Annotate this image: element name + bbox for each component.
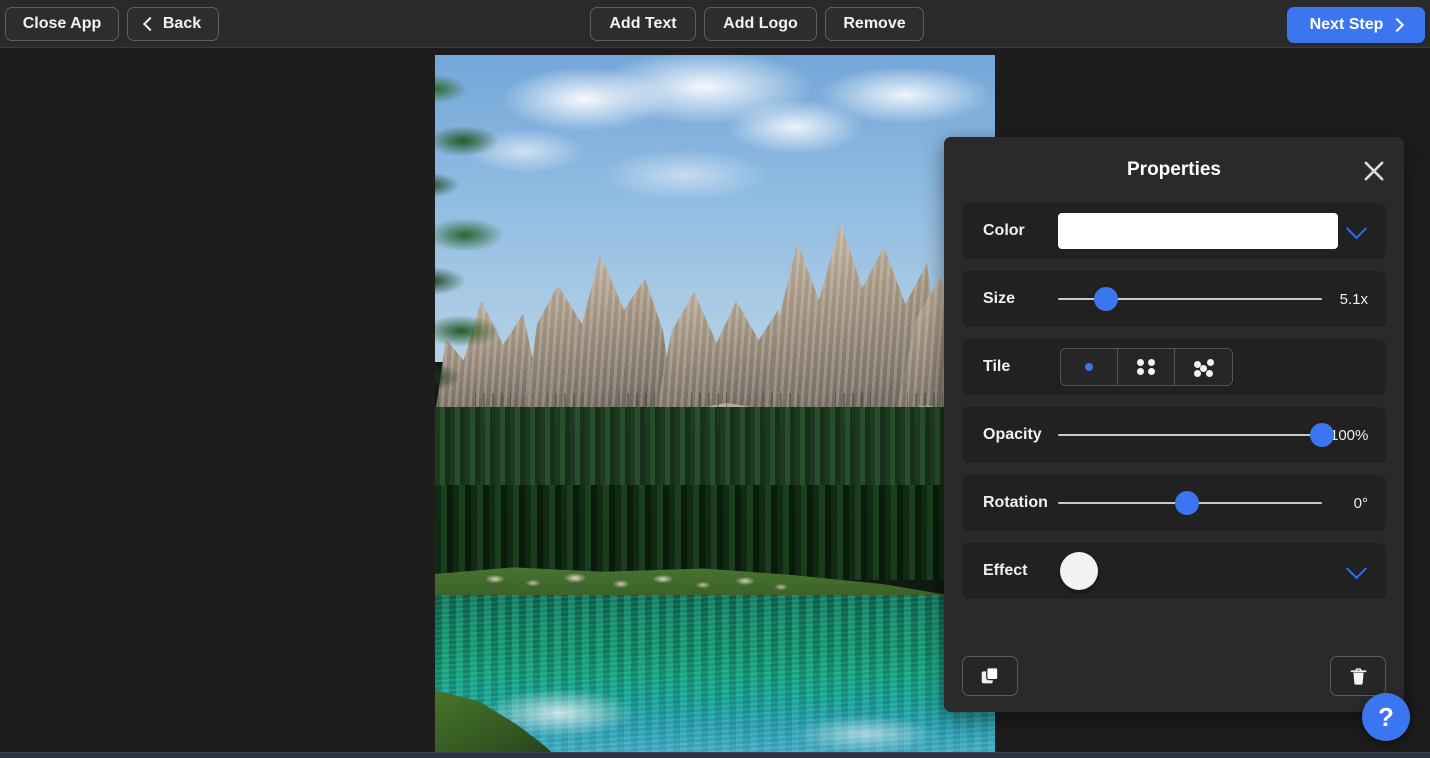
effect-row[interactable]: Effect — [962, 543, 1386, 599]
lake-water — [435, 595, 995, 752]
chevron-left-icon — [143, 17, 157, 31]
effect-label: Effect — [962, 562, 1058, 580]
rotation-slider[interactable] — [1058, 492, 1322, 514]
duplicate-button[interactable] — [962, 656, 1018, 696]
panel-title: Properties — [944, 159, 1404, 181]
tile-option-diamond-five[interactable] — [1175, 349, 1232, 385]
add-logo-button[interactable]: Add Logo — [704, 7, 817, 41]
color-label: Color — [962, 222, 1058, 240]
grid-four-dots-icon — [1131, 356, 1161, 378]
opacity-row: Opacity 100% — [962, 407, 1386, 463]
size-label: Size — [962, 290, 1058, 308]
delete-button[interactable] — [1330, 656, 1386, 696]
add-text-label: Add Text — [609, 15, 676, 33]
opacity-label: Opacity — [962, 426, 1058, 444]
color-row[interactable]: Color — [962, 203, 1386, 259]
back-label: Back — [163, 15, 201, 33]
rotation-label: Rotation — [962, 494, 1058, 512]
editor-workspace: Properties Color Size 5.1x — [0, 49, 1430, 752]
chevron-right-icon — [1390, 18, 1404, 32]
shore-rocks — [435, 567, 995, 597]
add-logo-label: Add Logo — [723, 15, 798, 33]
opacity-slider-thumb[interactable] — [1310, 423, 1334, 447]
size-value: 5.1x — [1330, 291, 1386, 308]
foreground-tree — [435, 55, 565, 445]
rotation-value: 0° — [1330, 495, 1386, 512]
properties-panel: Properties Color Size 5.1x — [944, 137, 1404, 712]
bottom-status-bar — [0, 752, 1430, 758]
close-icon[interactable] — [1360, 157, 1388, 185]
effect-swatch[interactable] — [1060, 552, 1098, 590]
top-toolbar: Close App Back Add Text Add Logo Remove … — [0, 0, 1430, 48]
next-step-button[interactable]: Next Step — [1287, 7, 1425, 43]
single-dot-icon — [1074, 356, 1104, 378]
chevron-down-icon[interactable] — [1346, 218, 1367, 239]
next-step-label: Next Step — [1310, 16, 1384, 34]
close-app-button[interactable]: Close App — [5, 7, 119, 41]
size-row: Size 5.1x — [962, 271, 1386, 327]
panel-header: Properties — [944, 137, 1404, 203]
dark-forest — [435, 485, 995, 580]
photo-canvas[interactable] — [435, 55, 995, 752]
remove-label: Remove — [843, 15, 905, 33]
help-button[interactable]: ? — [1362, 693, 1410, 741]
size-slider[interactable] — [1058, 288, 1322, 310]
watermark-editor-app: Close App Back Add Text Add Logo Remove … — [0, 0, 1430, 758]
tile-option-grid-four[interactable] — [1118, 349, 1175, 385]
help-label: ? — [1378, 702, 1394, 733]
panel-footer — [962, 656, 1386, 696]
opacity-slider[interactable] — [1058, 424, 1322, 446]
rotation-slider-thumb[interactable] — [1175, 491, 1199, 515]
add-text-button[interactable]: Add Text — [590, 7, 696, 41]
color-swatch[interactable] — [1058, 213, 1338, 249]
size-slider-thumb[interactable] — [1094, 287, 1118, 311]
trash-icon — [1348, 666, 1369, 687]
remove-button[interactable]: Remove — [825, 7, 924, 41]
tile-option-single[interactable] — [1061, 349, 1118, 385]
back-button[interactable]: Back — [127, 7, 219, 41]
tile-label: Tile — [962, 358, 1058, 376]
diamond-five-dots-icon — [1189, 356, 1219, 378]
tile-row: Tile — [962, 339, 1386, 395]
opacity-value: 100% — [1330, 427, 1386, 444]
tile-option-group — [1060, 348, 1233, 386]
duplicate-icon — [979, 665, 1001, 687]
chevron-down-icon[interactable] — [1346, 558, 1367, 579]
rotation-row: Rotation 0° — [962, 475, 1386, 531]
close-app-label: Close App — [23, 15, 102, 33]
